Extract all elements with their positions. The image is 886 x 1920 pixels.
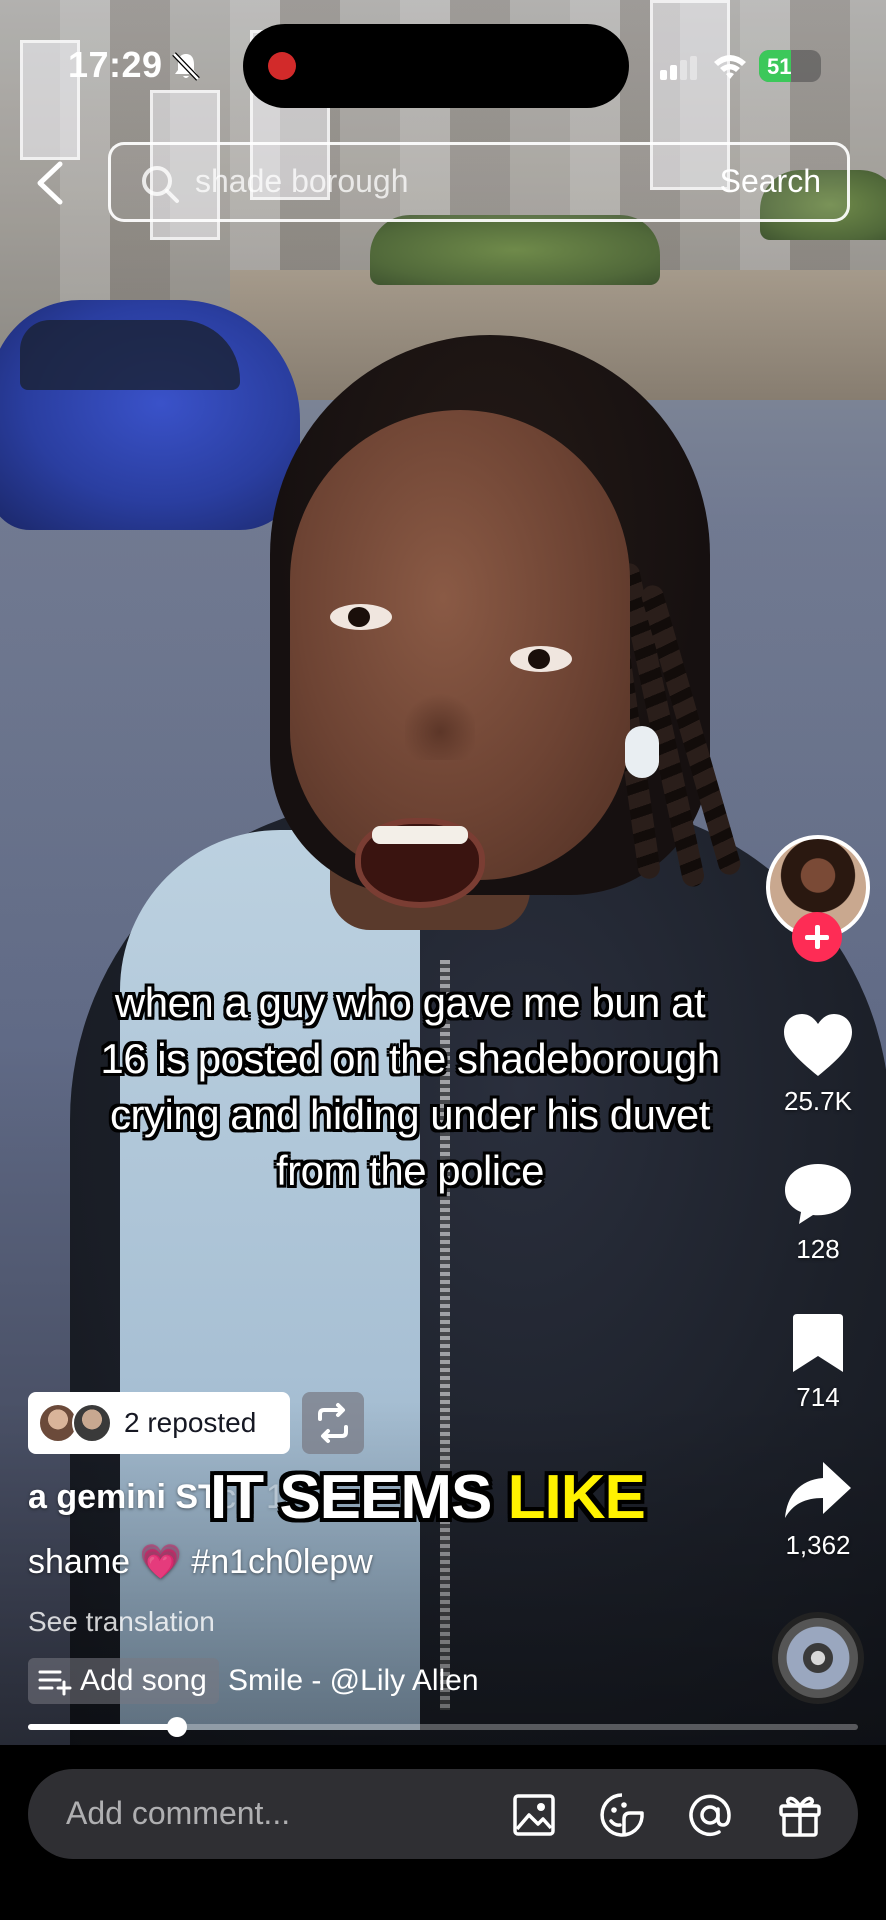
- post-description: shame 💗 #n1ch0lepw: [28, 1542, 373, 1582]
- like-button[interactable]: 25.7K: [770, 1012, 866, 1117]
- comment-bar: Add comment...: [0, 1745, 886, 1920]
- comment-icon: [785, 1164, 851, 1224]
- recording-indicator: [268, 52, 296, 80]
- subtitle-highlight: LIKE: [507, 1463, 646, 1532]
- bell-muted-icon: [172, 52, 200, 81]
- person-face: [290, 410, 630, 880]
- add-to-playlist-icon: [38, 1670, 72, 1696]
- back-button[interactable]: [30, 158, 70, 208]
- share-button[interactable]: 1,362: [770, 1460, 866, 1561]
- see-translation-link[interactable]: See translation: [28, 1606, 215, 1638]
- background-car-window: [20, 320, 240, 390]
- emoji-sticker-icon[interactable]: [598, 1791, 646, 1839]
- search-button[interactable]: Search: [720, 163, 821, 200]
- video-progress-bar[interactable]: [28, 1717, 858, 1737]
- hashtag-link[interactable]: #n1ch0lepw: [182, 1543, 372, 1581]
- gift-icon[interactable]: [776, 1791, 824, 1839]
- heart-icon: [784, 1014, 852, 1076]
- share-icon: [785, 1462, 851, 1518]
- comment-button[interactable]: 128: [770, 1162, 866, 1265]
- add-song-button[interactable]: Add song: [28, 1658, 219, 1704]
- search-input[interactable]: shade borough Search: [108, 142, 850, 222]
- comment-input[interactable]: Add comment...: [28, 1769, 858, 1859]
- person-eye: [510, 646, 572, 672]
- username-text: a gemini ST: [28, 1478, 219, 1516]
- like-count: 25.7K: [784, 1086, 852, 1116]
- reposted-label: 2 reposted: [124, 1407, 257, 1438]
- music-disc[interactable]: [772, 1612, 864, 1704]
- search-query: shade borough: [195, 163, 409, 199]
- person-nose: [405, 690, 475, 760]
- comment-count: 128: [796, 1234, 840, 1264]
- status-time: 17:29: [68, 44, 163, 85]
- share-count: 1,362: [785, 1530, 851, 1560]
- wifi-icon: [714, 55, 746, 79]
- person-eye: [330, 604, 392, 630]
- comment-placeholder: Add comment...: [66, 1795, 291, 1831]
- pink-heart-emoji: 💗: [139, 1543, 182, 1581]
- reposter-avatar: [72, 1403, 112, 1443]
- dynamic-island: [243, 24, 629, 108]
- mention-icon[interactable]: [686, 1791, 734, 1839]
- add-song-label: Add song: [80, 1664, 207, 1697]
- video-caption: when a guy who gave me bun at 16 is post…: [100, 979, 720, 1194]
- image-icon[interactable]: [510, 1791, 558, 1839]
- follow-button[interactable]: [792, 912, 842, 962]
- reposted-badge[interactable]: 2 reposted: [28, 1392, 290, 1454]
- bookmark-count: 714: [796, 1382, 840, 1412]
- video-subtitle-overlay: IT SEEMS LIKE: [210, 1462, 646, 1533]
- repost-button[interactable]: [302, 1392, 364, 1454]
- description-text: shame: [28, 1543, 140, 1581]
- battery-indicator: 51: [759, 50, 821, 82]
- bookmark-icon: [793, 1314, 843, 1372]
- person-earbud: [625, 726, 659, 778]
- person-teeth: [372, 826, 468, 844]
- background-hedge: [370, 215, 660, 285]
- bookmark-button[interactable]: 714: [770, 1312, 866, 1413]
- search-icon: [142, 166, 179, 203]
- signal-icon: [660, 56, 697, 80]
- song-name[interactable]: Smile - @Lily Allen: [228, 1664, 479, 1698]
- progress-fill: [28, 1724, 178, 1730]
- subtitle-main: IT SEEMS: [210, 1463, 508, 1532]
- battery-level: 51: [767, 54, 792, 79]
